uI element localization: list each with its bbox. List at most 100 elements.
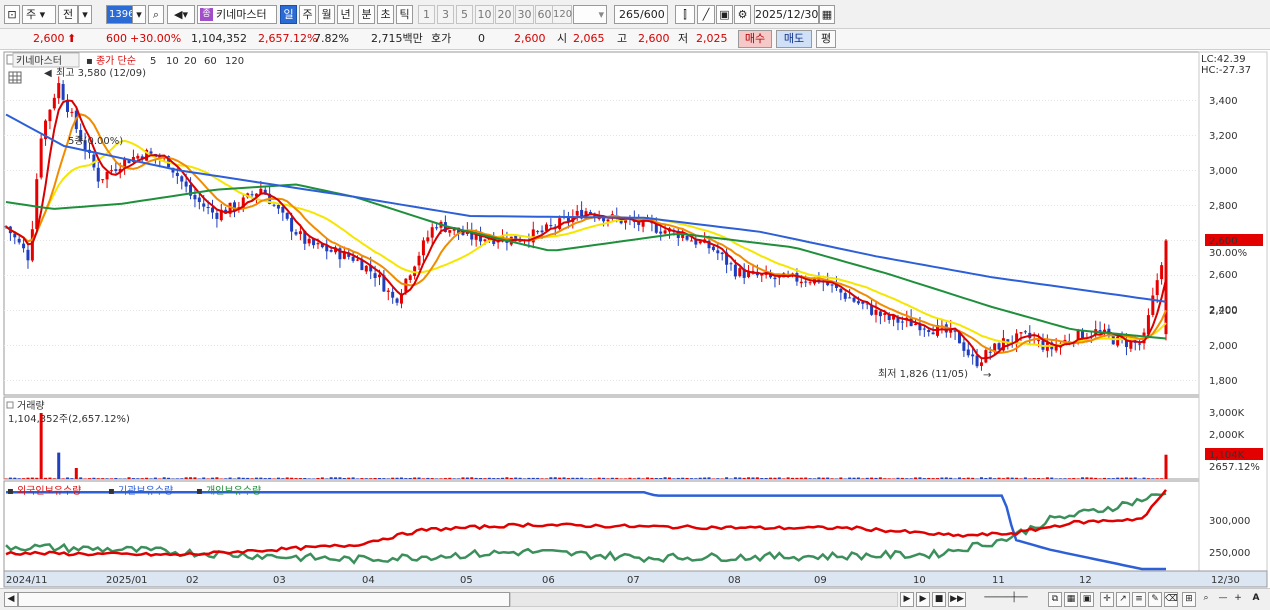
- zoom-out-icon[interactable]: —: [1217, 592, 1229, 607]
- candle-body: [689, 240, 693, 242]
- scroll-left-icon[interactable]: ◀: [4, 592, 18, 607]
- zoom-slider[interactable]: ─────┼──: [970, 592, 1042, 607]
- volume-bar: [114, 477, 118, 479]
- stop-icon[interactable]: ■: [932, 592, 946, 607]
- scroll-thumb[interactable]: [18, 592, 510, 607]
- candle-body: [281, 206, 285, 213]
- fast-forward-icon[interactable]: ▶▶: [948, 592, 966, 607]
- x-label: 2024/11: [6, 575, 48, 586]
- stock-chart[interactable]: 키네마스터 ▪ 종가 단순 5 10 20 60 120 LC:42.39 HC…: [0, 50, 1270, 588]
- period-second[interactable]: 초: [377, 5, 394, 24]
- date-field[interactable]: 2025/12/30: [754, 5, 819, 24]
- volume-bar: [22, 478, 26, 479]
- chart-canvas[interactable]: 키네마스터 ▪ 종가 단순 5 10 20 60 120 LC:42.39 HC…: [0, 50, 1270, 588]
- volume-bar: [536, 477, 540, 479]
- volume-bar: [896, 477, 900, 479]
- x-label: 02: [186, 575, 199, 586]
- interval-20[interactable]: 20: [495, 5, 514, 24]
- volume-bar: [698, 477, 702, 479]
- buy-button[interactable]: 매수: [738, 30, 772, 48]
- volume-bar: [399, 477, 403, 479]
- hoga-price: 2,600: [514, 32, 546, 45]
- font-size-icon[interactable]: A: [1249, 592, 1263, 607]
- prev-button[interactable]: 전: [58, 5, 78, 24]
- price-tick: 3,400: [1209, 96, 1238, 107]
- type-select[interactable]: 주 ▾: [22, 5, 56, 24]
- interval-10[interactable]: 10: [475, 5, 494, 24]
- fibo-icon[interactable]: ≡: [1132, 592, 1146, 607]
- search-icon[interactable]: ⌕: [148, 5, 164, 24]
- interval-3[interactable]: 3: [437, 5, 454, 24]
- volume-bar: [48, 477, 52, 479]
- scroll-right-icon[interactable]: ▶: [900, 592, 914, 607]
- speaker-icon[interactable]: ◀▾: [167, 5, 195, 24]
- interval-1[interactable]: 1: [418, 5, 435, 24]
- volume-bar: [1006, 477, 1010, 479]
- volume-bar: [35, 477, 39, 479]
- scroll-track[interactable]: [510, 592, 898, 607]
- play-icon[interactable]: ▶: [916, 592, 930, 607]
- last-rate: 30.00%: [1209, 248, 1247, 259]
- period-day[interactable]: 일: [280, 5, 297, 24]
- interval-dropdown[interactable]: ▾: [573, 5, 607, 24]
- candle-body: [421, 240, 425, 256]
- save-icon[interactable]: ▣: [716, 5, 733, 24]
- period-tick[interactable]: 틱: [396, 5, 413, 24]
- open-label: 시: [557, 32, 568, 45]
- candle-body: [448, 230, 452, 233]
- volume-bar: [575, 477, 579, 479]
- interval-5[interactable]: 5: [456, 5, 473, 24]
- volume-bar: [184, 477, 188, 479]
- candle-body: [1155, 280, 1159, 296]
- volume-bar: [531, 477, 535, 479]
- table-icon[interactable]: [8, 71, 22, 84]
- layout-icon[interactable]: ⧉: [1048, 592, 1062, 607]
- interval-120[interactable]: 120: [552, 5, 572, 24]
- zoom-in-icon[interactable]: +: [1232, 592, 1244, 607]
- volume-bar: [26, 477, 30, 479]
- period-week[interactable]: 주: [299, 5, 316, 24]
- interval-30[interactable]: 30: [515, 5, 534, 24]
- period-month[interactable]: 월: [318, 5, 335, 24]
- volume-bar: [426, 477, 430, 479]
- stock-name-field[interactable]: 종 키네마스터: [197, 5, 277, 24]
- zoom-search-icon[interactable]: ⌕: [1199, 592, 1213, 607]
- chart-menu-icon[interactable]: ⊡: [4, 5, 20, 24]
- candle-body: [536, 231, 540, 233]
- candle-body: [843, 293, 847, 299]
- volume-bar: [254, 477, 258, 479]
- settings-icon[interactable]: ⚙: [734, 5, 751, 24]
- volume-bar: [382, 478, 386, 479]
- calendar-icon[interactable]: ▦: [819, 5, 835, 24]
- volume-bar: [769, 477, 773, 479]
- candle-body: [136, 155, 140, 159]
- volume-bar: [773, 477, 777, 479]
- volume-bar: [1133, 477, 1137, 479]
- candle-style-icon[interactable]: ⫿: [675, 5, 695, 24]
- erase-icon[interactable]: ⌫: [1164, 592, 1178, 607]
- candle-body: [773, 277, 777, 280]
- volume-bar: [211, 477, 215, 479]
- sell-button[interactable]: 매도: [776, 30, 812, 48]
- count-field[interactable]: 265/600: [614, 5, 668, 24]
- link-icon[interactable]: ⊞: [1182, 592, 1196, 607]
- line-tool-icon[interactable]: ╱: [697, 5, 715, 24]
- grid-icon[interactable]: ▦: [1064, 592, 1078, 607]
- volume-bar: [509, 477, 513, 479]
- trend-icon[interactable]: ↗: [1116, 592, 1130, 607]
- volume-bar: [900, 477, 904, 479]
- chart-scrollbar[interactable]: ◀ ▶ ▶ ■ ▶▶ ─────┼── ⧉ ▦ ▣ ✛ ↗ ≡ ✎ ⌫ ⊞ ⌕ …: [0, 588, 1270, 610]
- prev-dropdown-icon[interactable]: ▾: [78, 5, 92, 24]
- crosshair-icon[interactable]: ✛: [1100, 592, 1114, 607]
- draw-icon[interactable]: ✎: [1148, 592, 1162, 607]
- volume-bar: [281, 478, 285, 479]
- save-image-icon[interactable]: ▣: [1080, 592, 1094, 607]
- volume-bar: [606, 478, 610, 479]
- volume-bar: [817, 477, 821, 479]
- candle-body: [356, 259, 360, 261]
- period-year[interactable]: 년: [337, 5, 354, 24]
- period-minute[interactable]: 분: [358, 5, 375, 24]
- x-label: 12: [1079, 575, 1092, 586]
- eval-button[interactable]: 평: [816, 30, 836, 48]
- code-dropdown-icon[interactable]: ▾: [132, 5, 146, 24]
